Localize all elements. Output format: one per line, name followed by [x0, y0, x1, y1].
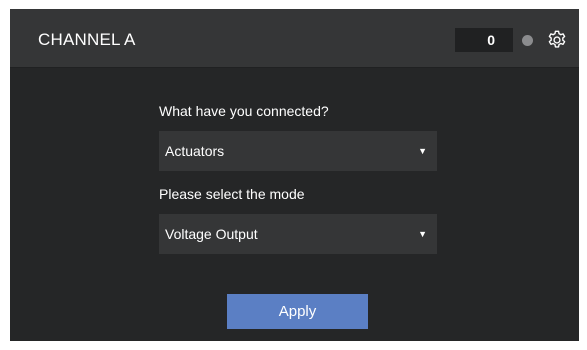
gear-icon[interactable]: [546, 29, 568, 51]
channel-panel: CHANNEL A 0 What have you connected? Act…: [10, 9, 579, 341]
status-indicator: [522, 35, 533, 46]
channel-title: CHANNEL A: [38, 30, 136, 49]
connected-select[interactable]: Actuators ▼: [159, 131, 437, 171]
caret-down-icon: ▼: [418, 146, 427, 156]
mode-label: Please select the mode: [159, 186, 305, 202]
mode-select[interactable]: Voltage Output ▼: [159, 214, 437, 254]
mode-select-value: Voltage Output: [165, 226, 258, 242]
apply-button[interactable]: Apply: [227, 294, 368, 329]
caret-down-icon: ▼: [418, 229, 427, 239]
channel-counter: 0: [455, 28, 513, 52]
connected-select-value: Actuators: [165, 143, 225, 159]
channel-header: CHANNEL A 0: [10, 9, 579, 68]
connected-label: What have you connected?: [159, 103, 329, 119]
